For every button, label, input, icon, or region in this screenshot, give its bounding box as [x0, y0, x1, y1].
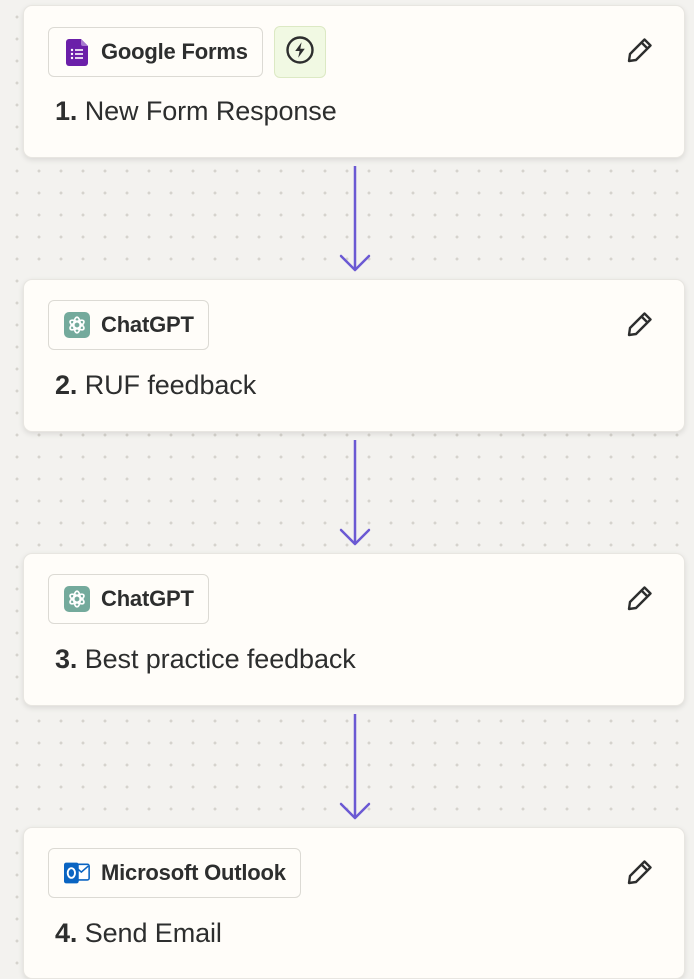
- step-title: 1. New Form Response: [55, 96, 337, 127]
- step-number: 1.: [55, 96, 78, 126]
- chatgpt-icon: [64, 586, 90, 612]
- app-chip-google-forms[interactable]: Google Forms: [48, 27, 263, 77]
- edit-step-button[interactable]: [622, 34, 658, 70]
- step-title: 3. Best practice feedback: [55, 644, 356, 675]
- step-header: ChatGPT: [48, 574, 209, 624]
- step-title-text: New Form Response: [77, 96, 337, 126]
- step-card-4[interactable]: Microsoft Outlook 4. Send Email: [23, 827, 685, 979]
- connector-arrow-1: [339, 166, 371, 272]
- app-name: Google Forms: [101, 39, 248, 64]
- step-number: 3.: [55, 644, 78, 674]
- app-chip-chatgpt[interactable]: ChatGPT: [48, 300, 209, 350]
- app-name: ChatGPT: [101, 312, 194, 337]
- step-title-text: RUF feedback: [77, 370, 257, 400]
- edit-step-button[interactable]: [622, 582, 658, 618]
- pencil-icon: [624, 856, 656, 893]
- step-title: 4. Send Email: [55, 918, 222, 949]
- trigger-badge: [273, 26, 326, 78]
- step-header: Google Forms: [48, 26, 326, 78]
- app-chip-chatgpt[interactable]: ChatGPT: [48, 574, 209, 624]
- step-title: 2. RUF feedback: [55, 370, 256, 401]
- step-title-text: Send Email: [77, 918, 222, 948]
- pencil-icon: [624, 34, 656, 71]
- app-name: Microsoft Outlook: [101, 860, 286, 885]
- pencil-icon: [624, 308, 656, 345]
- step-card-2[interactable]: ChatGPT 2. RUF feedback: [23, 279, 685, 432]
- step-card-3[interactable]: ChatGPT 3. Best practice feedback: [23, 553, 685, 706]
- edit-step-button[interactable]: [622, 308, 658, 344]
- app-name: ChatGPT: [101, 586, 194, 611]
- chatgpt-icon: [64, 312, 90, 338]
- step-number: 4.: [55, 918, 78, 948]
- microsoft-outlook-icon: [64, 860, 90, 886]
- step-number: 2.: [55, 370, 78, 400]
- connector-arrow-2: [339, 440, 371, 546]
- connector-arrow-3: [339, 714, 371, 820]
- lightning-bolt-icon: [285, 35, 315, 70]
- step-header: ChatGPT: [48, 300, 209, 350]
- pencil-icon: [624, 582, 656, 619]
- step-title-text: Best practice feedback: [77, 644, 356, 674]
- step-card-1[interactable]: Google Forms 1. New Form Response: [23, 5, 685, 158]
- app-chip-microsoft-outlook[interactable]: Microsoft Outlook: [48, 848, 301, 898]
- step-header: Microsoft Outlook: [48, 848, 301, 898]
- edit-step-button[interactable]: [622, 856, 658, 892]
- google-forms-icon: [64, 38, 90, 66]
